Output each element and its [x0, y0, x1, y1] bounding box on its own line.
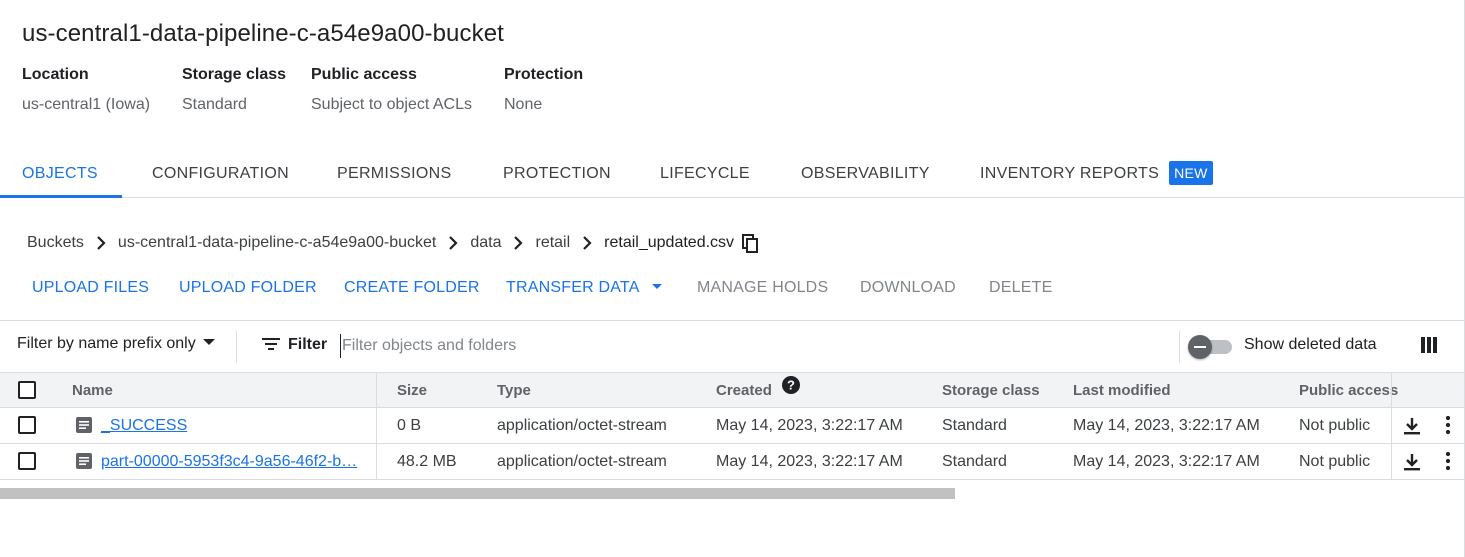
active-tab-indicator	[0, 195, 122, 198]
tab-bar: OBJECTS CONFIGURATION PERMISSIONS PROTEC…	[0, 152, 1464, 198]
filter-mode-select[interactable]: Filter by name prefix only	[17, 335, 215, 353]
object-type: application/octet-stream	[497, 417, 667, 434]
upload-folder-button[interactable]: UPLOAD FOLDER	[179, 276, 317, 300]
chevron-right-icon	[576, 231, 598, 255]
filter-list-icon	[262, 337, 280, 356]
divider	[1179, 331, 1180, 363]
row-checkbox[interactable]	[18, 452, 36, 470]
tab-inventory-reports[interactable]: INVENTORY REPORTS NEW	[980, 152, 1213, 198]
tab-objects[interactable]: OBJECTS	[22, 152, 98, 198]
header-last-modified[interactable]: Last modified	[1073, 373, 1171, 408]
more-vert-icon[interactable]	[1439, 415, 1457, 440]
object-public-access: Not public	[1299, 453, 1371, 470]
select-all-checkbox[interactable]	[18, 381, 36, 399]
delete-button[interactable]: DELETE	[989, 276, 1052, 300]
file-icon	[75, 416, 93, 439]
object-public-access: Not public	[1299, 417, 1371, 434]
file-icon	[75, 452, 93, 475]
copy-icon[interactable]	[742, 233, 759, 253]
breadcrumb-bucket[interactable]: us-central1-data-pipeline-c-a54e9a00-buc…	[118, 234, 436, 252]
transfer-data-label: TRANSFER DATA	[506, 279, 640, 296]
download-button[interactable]: DOWNLOAD	[860, 276, 956, 300]
chevron-right-icon	[90, 231, 112, 255]
dropdown-caret-icon	[651, 284, 662, 290]
chevron-right-icon	[442, 231, 464, 255]
object-storage-class: Standard	[942, 417, 1007, 434]
breadcrumb-data[interactable]: data	[470, 234, 501, 252]
manage-holds-button[interactable]: MANAGE HOLDS	[697, 276, 828, 300]
object-size: 48.2 MB	[397, 453, 457, 470]
horizontal-scrollbar-thumb[interactable]	[0, 488, 955, 499]
new-badge: NEW	[1169, 160, 1213, 185]
chevron-right-icon	[507, 231, 529, 255]
download-icon[interactable]	[1402, 452, 1422, 477]
breadcrumb: Buckets us-central1-data-pipeline-c-a54e…	[27, 231, 759, 255]
meta-location-value: us-central1 (Iowa)	[22, 96, 151, 113]
objects-table: Name Size Type Created? Storage class La…	[0, 372, 1464, 480]
tab-configuration[interactable]: CONFIGURATION	[152, 152, 289, 198]
object-type: application/octet-stream	[497, 453, 667, 470]
row-checkbox[interactable]	[18, 416, 36, 434]
object-created: May 14, 2023, 3:22:17 AM	[716, 453, 903, 470]
filter-input[interactable]	[340, 334, 740, 358]
column-display-icon[interactable]	[1421, 337, 1437, 358]
header-name[interactable]: Name	[72, 373, 113, 408]
meta-storage-class-value: Standard	[182, 96, 247, 113]
filter-label: Filter	[288, 336, 328, 353]
table-row[interactable]: _SUCCESS 0 B application/octet-stream Ma…	[0, 408, 1464, 444]
bucket-title: us-central1-data-pipeline-c-a54e9a00-buc…	[22, 20, 504, 47]
header-created-label: Created	[716, 382, 772, 399]
header-size[interactable]: Size	[397, 373, 427, 408]
meta-public-access: Public access Subject to object ACLs	[311, 66, 472, 114]
show-deleted-label: Show deleted data	[1244, 336, 1377, 353]
column-divider	[376, 372, 377, 480]
toggle-knob	[1188, 335, 1212, 359]
upload-files-button[interactable]: UPLOAD FILES	[32, 276, 149, 300]
meta-storage-class-label: Storage class	[182, 66, 287, 83]
tab-lifecycle[interactable]: LIFECYCLE	[660, 152, 750, 198]
breadcrumb-current-folder: retail_updated.csv	[604, 234, 735, 251]
meta-storage-class: Storage class Standard	[182, 66, 286, 114]
table-header-row: Name Size Type Created? Storage class La…	[0, 372, 1464, 408]
svg-text:?: ?	[787, 377, 795, 392]
filter-bar: Filter by name prefix only Filter Show d…	[0, 320, 1464, 372]
tab-observability[interactable]: OBSERVABILITY	[801, 152, 930, 198]
table-row[interactable]: part-00000-5953f3c4-9a56-46f2-b… 48.2 MB…	[0, 444, 1464, 480]
header-storage-class[interactable]: Storage class	[942, 373, 1040, 408]
header-public-access[interactable]: Public access	[1299, 373, 1398, 408]
meta-protection-label: Protection	[504, 66, 584, 83]
show-deleted-toggle[interactable]	[1188, 335, 1234, 359]
meta-public-access-label: Public access	[311, 66, 417, 83]
breadcrumb-buckets[interactable]: Buckets	[27, 234, 84, 252]
tab-inventory-reports-label: INVENTORY REPORTS	[980, 165, 1160, 182]
object-last-modified: May 14, 2023, 3:22:17 AM	[1073, 453, 1260, 470]
dropdown-caret-icon	[202, 338, 215, 345]
column-divider	[1391, 372, 1392, 480]
help-icon[interactable]: ?	[781, 372, 800, 407]
meta-location: Location us-central1 (Iowa)	[22, 66, 150, 114]
tab-protection[interactable]: PROTECTION	[503, 152, 611, 198]
filter-mode-label: Filter by name prefix only	[17, 335, 196, 352]
create-folder-button[interactable]: CREATE FOLDER	[344, 276, 480, 300]
divider	[236, 331, 237, 363]
object-name-link[interactable]: _SUCCESS	[101, 408, 187, 443]
meta-protection-value: None	[504, 96, 543, 113]
meta-location-label: Location	[22, 66, 89, 83]
object-storage-class: Standard	[942, 453, 1007, 470]
header-created[interactable]: Created?	[716, 373, 800, 408]
download-icon[interactable]	[1402, 416, 1422, 441]
transfer-data-button[interactable]: TRANSFER DATA	[506, 276, 662, 300]
breadcrumb-retail[interactable]: retail	[535, 234, 570, 252]
object-name-link[interactable]: part-00000-5953f3c4-9a56-46f2-b…	[101, 444, 357, 479]
header-type[interactable]: Type	[497, 373, 531, 408]
tab-permissions[interactable]: PERMISSIONS	[337, 152, 451, 198]
meta-protection: Protection None	[504, 66, 583, 114]
object-last-modified: May 14, 2023, 3:22:17 AM	[1073, 417, 1260, 434]
meta-public-access-value: Subject to object ACLs	[311, 96, 472, 113]
object-size: 0 B	[397, 417, 422, 434]
object-created: May 14, 2023, 3:22:17 AM	[716, 417, 903, 434]
more-vert-icon[interactable]	[1439, 451, 1457, 476]
